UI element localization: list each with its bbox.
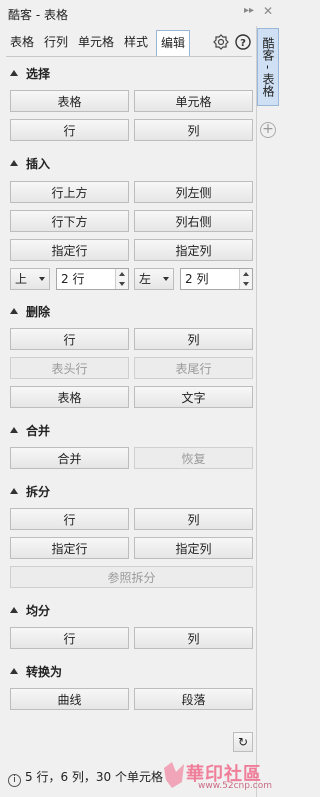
chevron-down-icon [39,277,45,281]
section-merge-header[interactable]: 合并 [10,423,50,439]
convert-curve-button[interactable]: 曲线 [10,688,129,710]
insert-row-above-button[interactable]: 行上方 [10,181,129,203]
collapse-icon[interactable]: ▸▸ [244,5,254,16]
spin-down-icon[interactable] [243,282,249,286]
spin-buttons[interactable] [239,269,252,289]
section-title: 删除 [26,305,51,319]
even-row-button[interactable]: 行 [10,627,129,649]
section-title: 插入 [26,157,51,171]
tab-divider [6,56,252,57]
split-specified-col-button[interactable]: 指定列 [134,537,253,559]
col-position-value: 左 [139,272,152,286]
insert-col-right-button[interactable]: 列右侧 [134,210,253,232]
even-col-button[interactable]: 列 [134,627,253,649]
col-position-select[interactable]: 左 [134,268,174,290]
delete-footer-row-button[interactable]: 表尾行 [134,357,253,379]
panel-main: 表格 行列 单元格 样式 编辑 ? 选择 表格 单元格 行 列 插入 行上方 列… [0,26,257,797]
add-icon[interactable]: + [260,122,276,138]
section-title: 转换为 [26,665,63,679]
section-split-header[interactable]: 拆分 [10,484,50,500]
tab-rows-cols[interactable]: 行列 [42,30,70,54]
delete-text-button[interactable]: 文字 [134,386,253,408]
help-icon[interactable]: ? [234,33,252,51]
spin-buttons[interactable] [115,269,128,289]
merge-button[interactable]: 合并 [10,447,129,469]
select-cell-button[interactable]: 单元格 [134,90,253,112]
refresh-icon[interactable]: ↻ [233,732,253,752]
delete-col-button[interactable]: 列 [134,328,253,350]
section-title: 均分 [26,604,51,618]
split-col-button[interactable]: 列 [134,508,253,530]
collapse-triangle-icon [10,607,18,613]
section-select-header[interactable]: 选择 [10,66,50,82]
insert-col-left-button[interactable]: 列左侧 [134,181,253,203]
collapse-triangle-icon [10,427,18,433]
title-bar: 酷客 - 表格 ▸▸ ✕ [0,0,281,26]
section-title: 合并 [26,424,51,438]
section-title: 选择 [26,67,51,81]
collapse-triangle-icon [10,668,18,674]
delete-row-button[interactable]: 行 [10,328,129,350]
side-tab-kuke-table[interactable]: 酷客 - 表格 [257,28,279,106]
section-convert-header[interactable]: 转换为 [10,664,62,680]
svg-text:?: ? [240,38,246,49]
status-text: 5 行，6 列，30 个单元格 [25,770,163,784]
tab-table[interactable]: 表格 [8,30,36,54]
insert-specified-col-button[interactable]: 指定列 [134,239,253,261]
delete-header-row-button[interactable]: 表头行 [10,357,129,379]
spin-up-icon[interactable] [119,272,125,276]
insert-specified-row-button[interactable]: 指定行 [10,239,129,261]
row-count-value: 2 行 [61,272,85,286]
select-col-button[interactable]: 列 [134,119,253,141]
section-even-header[interactable]: 均分 [10,603,50,619]
col-count-value: 2 列 [185,272,209,286]
split-specified-row-button[interactable]: 指定行 [10,537,129,559]
spin-down-icon[interactable] [119,282,125,286]
status-bar: i 5 行，6 列，30 个单元格 [8,768,163,787]
select-table-button[interactable]: 表格 [10,90,129,112]
row-position-value: 上 [15,272,28,286]
chevron-down-icon [163,277,169,281]
split-row-button[interactable]: 行 [10,508,129,530]
spin-up-icon[interactable] [243,272,249,276]
section-delete-header[interactable]: 删除 [10,304,50,320]
restore-button[interactable]: 恢复 [134,447,253,469]
window-title: 酷客 - 表格 [8,8,68,22]
collapse-triangle-icon [10,488,18,494]
section-insert-header[interactable]: 插入 [10,156,50,172]
tab-edit[interactable]: 编辑 [156,30,191,56]
col-count-stepper[interactable]: 2 列 [180,268,253,290]
settings-icon[interactable] [212,33,230,51]
tab-style[interactable]: 样式 [122,30,150,54]
close-icon[interactable]: ✕ [263,4,273,18]
row-count-stepper[interactable]: 2 行 [56,268,129,290]
collapse-triangle-icon [10,308,18,314]
section-title: 拆分 [26,485,51,499]
delete-table-button[interactable]: 表格 [10,386,129,408]
convert-paragraph-button[interactable]: 段落 [134,688,253,710]
tab-bar: 表格 行列 单元格 样式 编辑 ? [6,30,252,56]
select-row-button[interactable]: 行 [10,119,129,141]
row-position-select[interactable]: 上 [10,268,50,290]
reference-split-button[interactable]: 参照拆分 [10,566,253,588]
tab-cell[interactable]: 单元格 [76,30,116,54]
side-dock: 酷客 - 表格 + [257,26,281,797]
watermark-url: www.52cnp.com [198,781,273,791]
info-icon: i [8,774,21,787]
collapse-triangle-icon [10,160,18,166]
insert-row-below-button[interactable]: 行下方 [10,210,129,232]
collapse-triangle-icon [10,70,18,76]
